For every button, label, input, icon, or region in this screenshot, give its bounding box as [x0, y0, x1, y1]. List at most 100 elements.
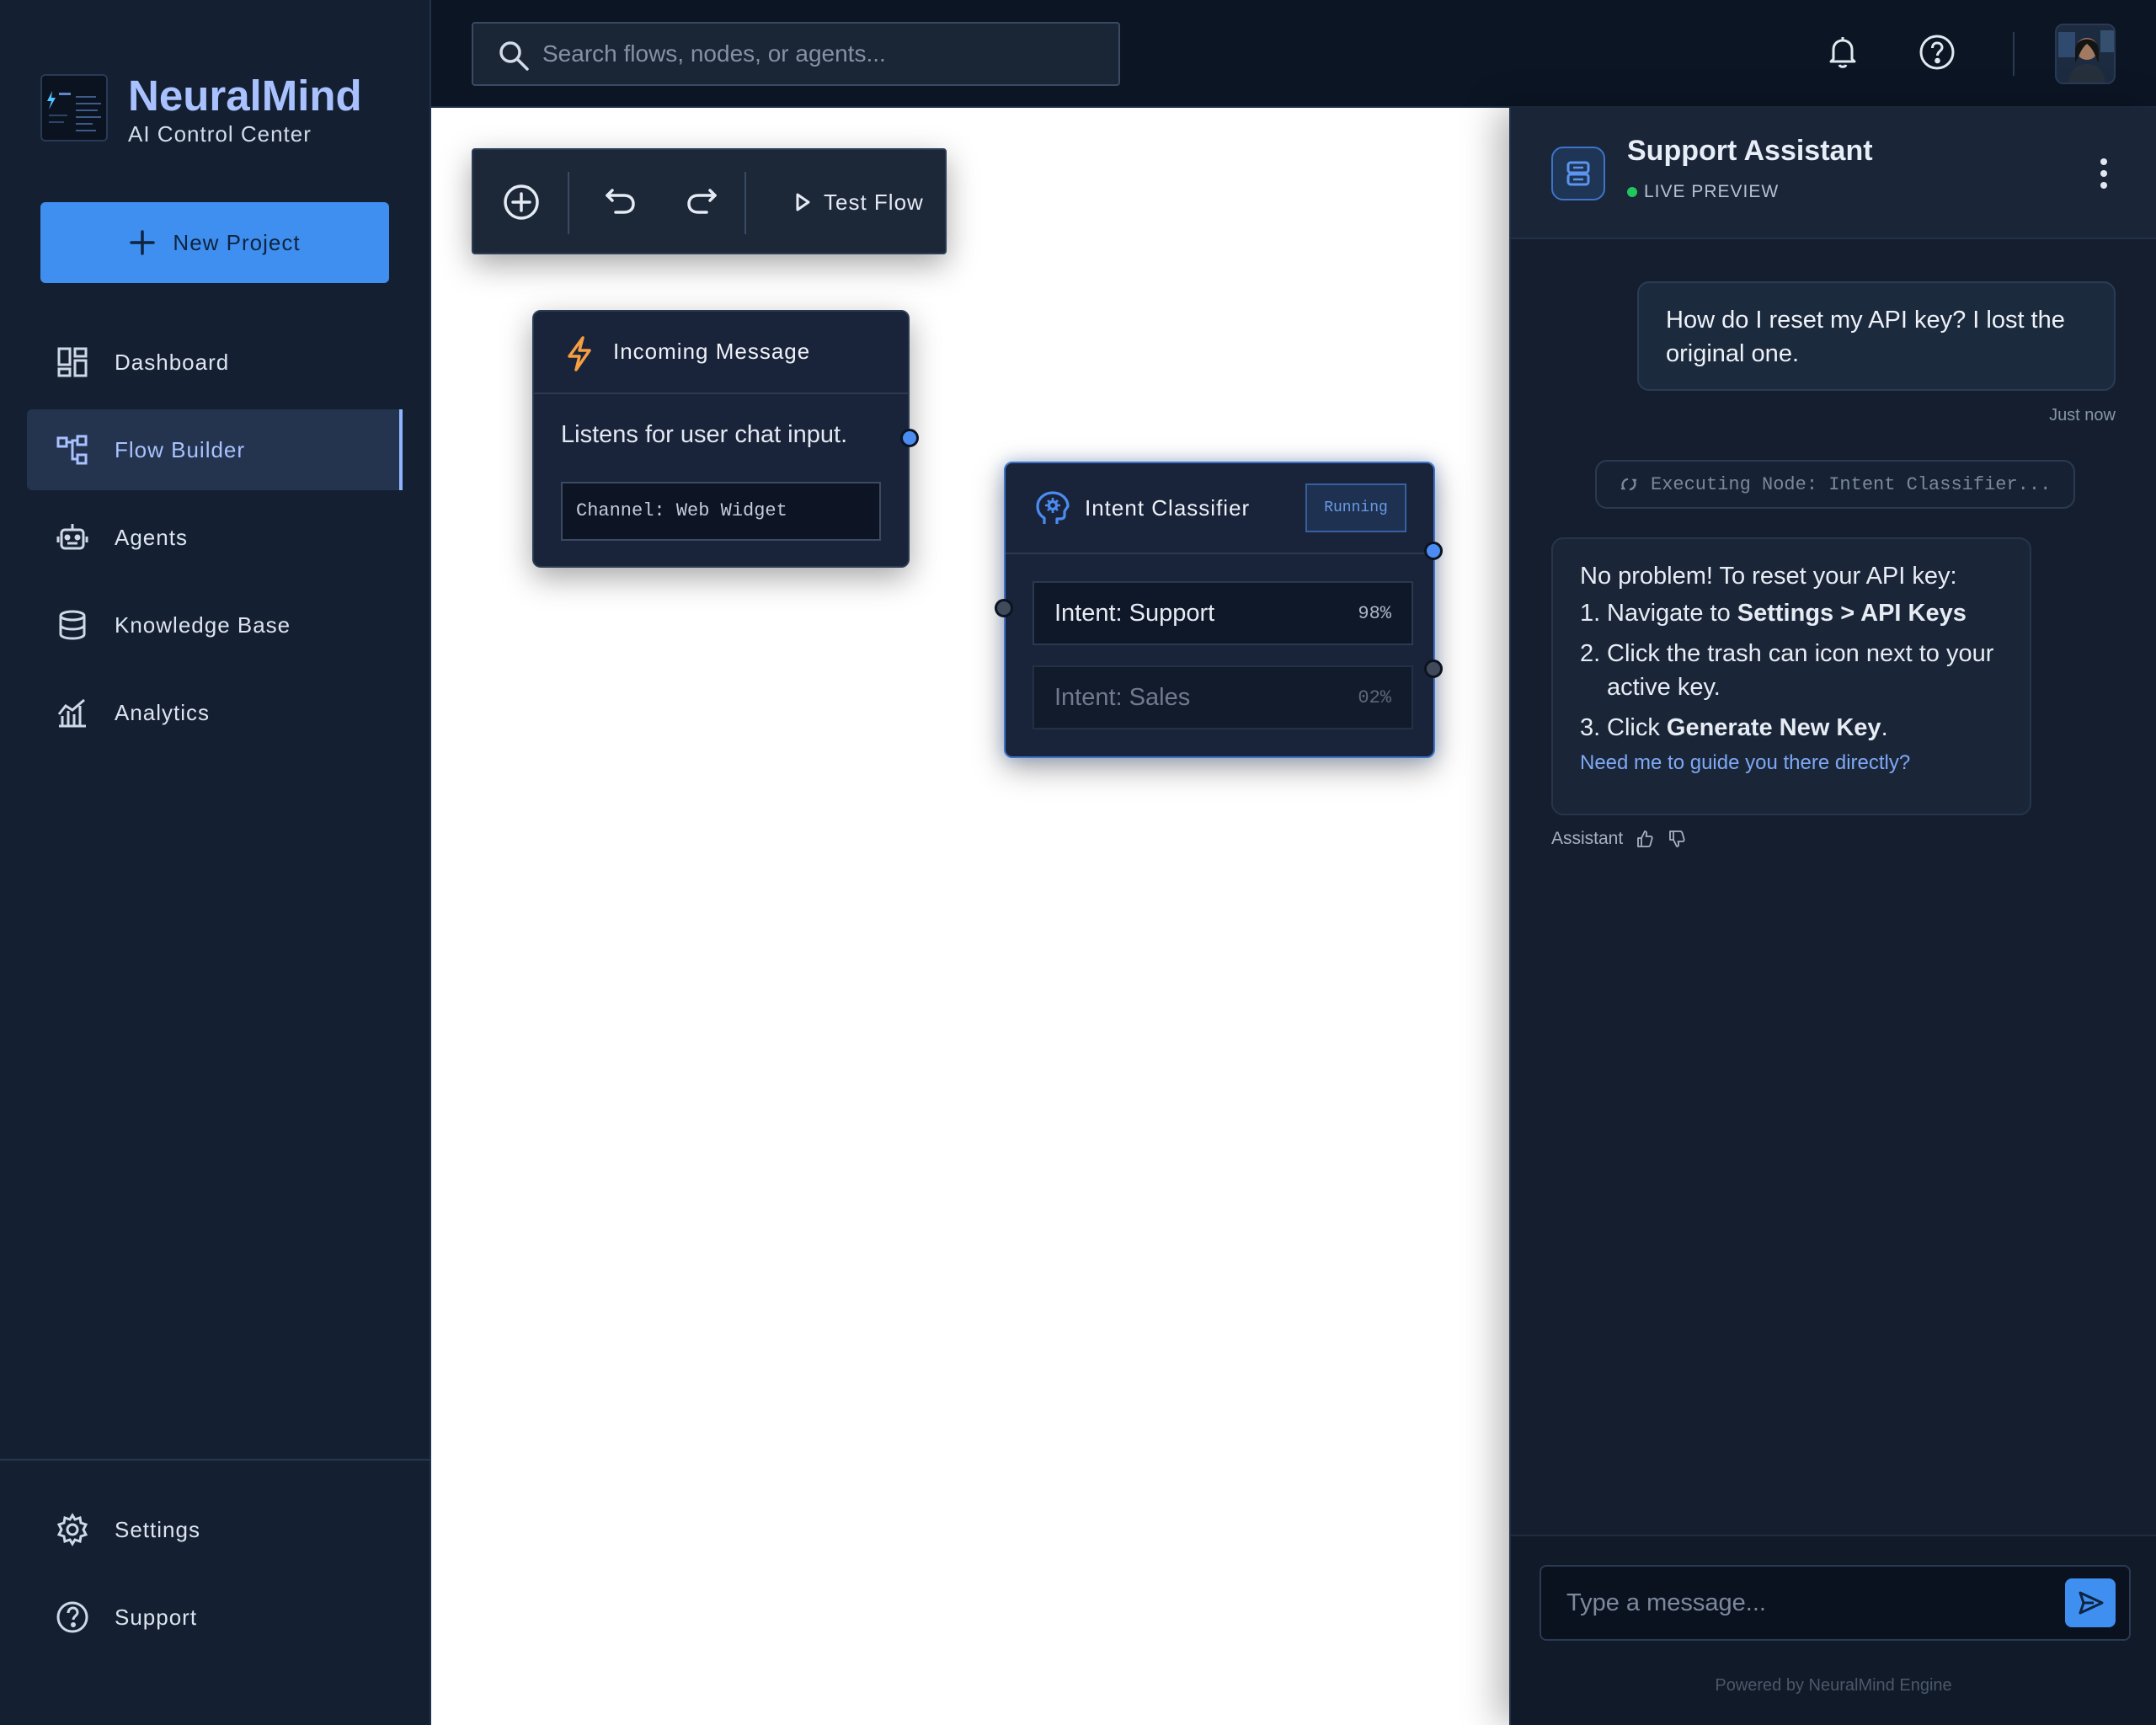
input-port[interactable]: [995, 599, 1013, 617]
chat-title: Support Assistant: [1627, 135, 1873, 167]
sidebar-item-label: Support: [115, 1604, 198, 1630]
robot-icon: [56, 521, 89, 554]
node-header[interactable]: Intent Classifier Running: [1006, 463, 1433, 554]
sender-label: Assistant: [1551, 829, 1624, 848]
intent-name: Intent: Sales: [1054, 684, 1191, 711]
sidebar-bottom-nav: Settings Support: [27, 1489, 403, 1664]
step-item: 2. Click the trash can icon next to your …: [1580, 640, 1994, 701]
play-icon: [793, 192, 812, 212]
notifications-button[interactable]: [1824, 34, 1861, 71]
live-status-label: LIVE PREVIEW: [1644, 182, 1780, 201]
brand: NeuralMind AI Control Center: [40, 72, 394, 148]
message-composer[interactable]: [1540, 1565, 2131, 1641]
guide-link[interactable]: Need me to guide you there directly?: [1580, 751, 2003, 775]
sidebar-nav: Dashboard Flow Builder Agents Knowledge …: [27, 322, 403, 760]
kebab-menu-icon: [2095, 152, 2112, 195]
assistant-message-lead: No problem! To reset your API key:: [1580, 563, 1957, 590]
new-project-label: New Project: [173, 229, 301, 255]
step-emphasis: Settings > API Keys: [1737, 600, 1967, 627]
brain-gear-icon: [1034, 490, 1071, 527]
bell-icon: [1824, 34, 1861, 71]
step-text: Click the trash can icon next to your ac…: [1607, 640, 1994, 701]
search-icon: [497, 39, 531, 72]
assistant-message: No problem! To reset your API key: 1. Nav…: [1551, 537, 2031, 815]
add-node-button[interactable]: [497, 178, 546, 227]
chat-header: Support Assistant LIVE PREVIEW: [1511, 108, 2156, 239]
brand-logo[interactable]: [40, 74, 108, 142]
sidebar-item-dashboard[interactable]: Dashboard: [27, 322, 403, 403]
database-icon: [56, 608, 89, 642]
lightning-icon: [564, 335, 595, 372]
brand-subtitle: AI Control Center: [128, 121, 312, 147]
sidebar-item-support[interactable]: Support: [27, 1577, 403, 1658]
step-item: 3. Click Generate New Key.: [1580, 714, 1888, 741]
executing-node-label: Executing Node: Intent Classifier...: [1651, 473, 2052, 495]
intent-confidence: 02%: [1358, 687, 1391, 708]
help-button[interactable]: [1919, 34, 1956, 71]
incoming-message-node[interactable]: Incoming Message Listens for user chat i…: [532, 310, 919, 568]
message-input[interactable]: [1566, 1567, 2055, 1639]
output-port[interactable]: [900, 429, 919, 447]
sidebar-item-label: Dashboard: [115, 349, 230, 375]
steps-list: 1. Navigate to Settings > API Keys 2. Clic…: [1580, 596, 2003, 745]
sidebar-item-analytics[interactable]: Analytics: [27, 672, 403, 753]
search-box[interactable]: [472, 22, 1120, 86]
output-port-support[interactable]: [1424, 542, 1443, 560]
sidebar-item-flow-builder[interactable]: Flow Builder: [27, 409, 403, 490]
node-header[interactable]: Incoming Message: [534, 312, 908, 394]
assistant-meta: Assistant: [1551, 829, 1687, 849]
sidebar-item-label: Knowledge Base: [115, 611, 291, 638]
sidebar: NeuralMind AI Control Center New Project…: [0, 0, 431, 1725]
brand-name: NeuralMind: [128, 72, 362, 120]
sidebar-item-knowledge-base[interactable]: Knowledge Base: [27, 585, 403, 665]
avatar[interactable]: [2055, 24, 2116, 84]
sidebar-item-settings[interactable]: Settings: [27, 1489, 403, 1570]
more-options-button[interactable]: [2095, 152, 2112, 195]
send-button[interactable]: [2065, 1578, 2116, 1627]
step-text: Navigate to: [1607, 600, 1737, 627]
live-dot: [1627, 187, 1637, 197]
undo-icon: [596, 182, 645, 222]
sidebar-item-label: Flow Builder: [115, 436, 246, 462]
user-message: How do I reset my API key? I lost the or…: [1637, 281, 2116, 391]
redo-button[interactable]: [677, 178, 726, 227]
sidebar-item-label: Settings: [115, 1516, 200, 1542]
node-title: Incoming Message: [613, 339, 811, 364]
flow-canvas[interactable]: Test Flow Incoming Message Listens for u…: [431, 108, 1509, 1725]
redo-icon: [677, 182, 726, 222]
status-badge: Running: [1305, 483, 1406, 532]
chat-preview-panel: Support Assistant LIVE PREVIEW How do I …: [1509, 108, 2156, 1725]
search-input[interactable]: [542, 24, 1107, 84]
node-description: Listens for user chat input.: [561, 421, 848, 448]
thumbs-up-icon[interactable]: [1635, 829, 1655, 849]
intent-row-support[interactable]: Intent: Support 98%: [1033, 581, 1413, 645]
help-circle-icon: [56, 1600, 89, 1634]
message-timestamp: Just now: [2049, 406, 2116, 425]
topbar-divider: [2013, 32, 2015, 76]
test-flow-button[interactable]: Test Flow: [793, 178, 937, 227]
send-icon: [2065, 1578, 2116, 1627]
sidebar-divider: [0, 1459, 431, 1461]
help-circle-icon: [1919, 34, 1956, 71]
powered-by-footer: Powered by NeuralMind Engine: [1715, 1676, 1952, 1695]
assistant-bot-icon: [1551, 147, 1605, 200]
channel-field[interactable]: Channel: Web Widget: [561, 482, 881, 541]
live-status: LIVE PREVIEW: [1627, 182, 1779, 202]
node-title: Intent Classifier: [1085, 495, 1251, 521]
new-project-button[interactable]: New Project: [40, 202, 389, 283]
sync-icon: [1619, 474, 1639, 494]
topbar: [431, 0, 2156, 108]
intent-name: Intent: Support: [1054, 600, 1215, 627]
output-port-sales[interactable]: [1424, 660, 1443, 678]
toolbar-divider: [568, 172, 569, 234]
composer-area: Powered by NeuralMind Engine: [1511, 1535, 2156, 1725]
intent-classifier-node[interactable]: Intent Classifier Running Intent: Suppor…: [995, 462, 1443, 758]
sidebar-item-agents[interactable]: Agents: [27, 497, 403, 578]
add-node-icon: [497, 182, 546, 222]
undo-button[interactable]: [596, 178, 645, 227]
intent-row-sales[interactable]: Intent: Sales 02%: [1033, 665, 1413, 729]
step-item: 1. Navigate to Settings > API Keys: [1580, 600, 1967, 627]
plus-icon: [129, 229, 156, 256]
thumbs-down-icon[interactable]: [1667, 829, 1687, 849]
intent-confidence: 98%: [1358, 603, 1391, 624]
